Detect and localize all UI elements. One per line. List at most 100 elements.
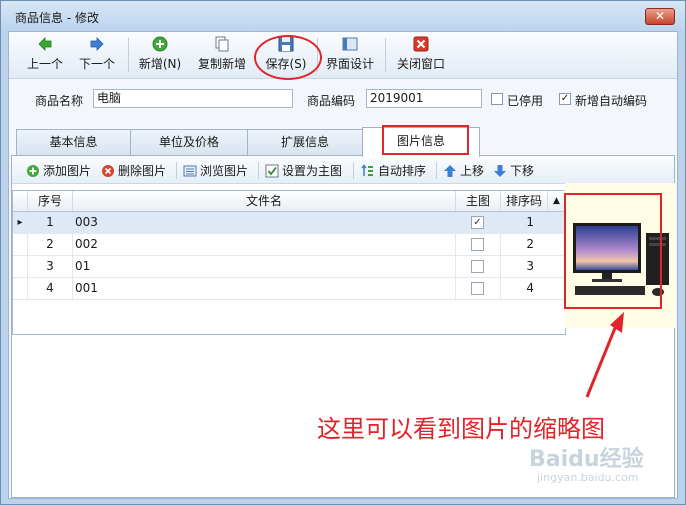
delete-image-button[interactable]: 删除图片 xyxy=(101,162,166,180)
layout-icon xyxy=(342,37,358,51)
tab-extended-info[interactable]: 扩展信息 xyxy=(247,129,363,156)
toolbar-divider xyxy=(128,38,129,72)
main-toolbar: 上一个 下一个 新增(N) 复制新增 保存(S) 界面设计 关闭窗口 xyxy=(9,32,677,80)
table-row[interactable]: 3 01 3 xyxy=(13,256,565,278)
toolbar-divider xyxy=(385,38,386,72)
arrow-up-icon xyxy=(444,165,456,177)
table-row[interactable]: 2 002 2 xyxy=(13,234,565,256)
list-window-icon xyxy=(183,165,197,177)
save-highlight-circle xyxy=(254,35,322,80)
row-main-cell xyxy=(456,256,501,277)
row-sort: 3 xyxy=(526,259,534,273)
product-name-input[interactable]: 电脑 xyxy=(93,89,293,108)
row-index: 3 xyxy=(28,256,73,277)
main-image-checkbox[interactable] xyxy=(471,282,484,295)
product-info-window: 商品信息 - 修改 ✕ 上一个 下一个 新增(N) 复制新增 保存(S) 界面设… xyxy=(0,0,686,505)
copy-add-label: 复制新增 xyxy=(197,57,246,71)
move-up-button[interactable]: 上移 xyxy=(443,162,484,180)
window-client-area: 上一个 下一个 新增(N) 复制新增 保存(S) 界面设计 关闭窗口 商品名称 … xyxy=(8,31,678,499)
row-filename[interactable]: 002 xyxy=(73,234,456,255)
next-button[interactable]: 下一个 xyxy=(75,36,119,76)
baidu-watermark-url: jingyan.baidu.com xyxy=(537,471,639,484)
tab-basic-info[interactable]: 基本信息 xyxy=(16,129,131,156)
copy-add-button[interactable]: 复制新增 xyxy=(195,36,249,76)
disabled-checkbox[interactable] xyxy=(491,93,503,105)
plus-circle-icon xyxy=(27,165,39,177)
toolbar-divider xyxy=(258,162,259,179)
row-main-cell xyxy=(456,234,501,255)
move-up-label: 上移 xyxy=(460,164,485,178)
thumbnail-annotation-text: 这里可以看到图片的缩略图 xyxy=(317,415,605,443)
column-header-sort[interactable]: 排序码 xyxy=(501,191,548,211)
move-down-button[interactable]: 下移 xyxy=(493,162,534,180)
row-index: 2 xyxy=(28,234,73,255)
auto-code-checkbox[interactable]: ✓ xyxy=(559,93,571,105)
column-header-main[interactable]: 主图 xyxy=(456,191,501,211)
tab-strip: 基本信息 单位及价格 扩展信息 图片信息 xyxy=(9,127,677,157)
close-icon xyxy=(413,36,429,52)
row-indicator-header xyxy=(13,191,28,211)
table-row[interactable]: 4 001 4 xyxy=(13,278,565,300)
delete-image-label: 删除图片 xyxy=(118,164,167,178)
column-header-filename[interactable]: 文件名 xyxy=(73,191,456,211)
grid-header: 序号 文件名 主图 排序码 ▲ xyxy=(13,191,565,212)
browse-image-button[interactable]: 浏览图片 xyxy=(183,162,248,180)
close-window-toolbar-button[interactable]: 关闭窗口 xyxy=(393,36,449,76)
sort-ascending-icon: ▲ xyxy=(553,196,560,206)
window-title: 商品信息 - 修改 xyxy=(15,11,99,25)
column-header-index[interactable]: 序号 xyxy=(28,191,73,211)
toolbar-divider xyxy=(436,162,437,179)
add-image-label: 添加图片 xyxy=(43,164,92,178)
arrow-left-icon xyxy=(38,37,52,51)
arrow-right-icon xyxy=(90,37,104,51)
active-tab-highlight xyxy=(382,125,469,155)
auto-sort-button[interactable]: 自动排序 xyxy=(361,162,426,180)
toolbar-divider xyxy=(353,162,354,179)
close-window-button[interactable]: ✕ xyxy=(645,8,675,25)
image-toolbar: 添加图片 删除图片 浏览图片 设置为主图 自动排序 上移 下移 xyxy=(12,156,674,184)
copy-icon xyxy=(215,36,229,52)
annotation-arrow-icon xyxy=(585,312,624,398)
image-grid: 序号 文件名 主图 排序码 ▲ ▸ 1 003 ✓ 1 2 002 2 3 01… xyxy=(12,190,566,335)
add-label: 新增(N) xyxy=(138,57,182,71)
product-form-row: 商品名称 电脑 商品编码 2019001 已停用 ✓ 新增自动编码 xyxy=(9,88,677,112)
toolbar-divider xyxy=(176,162,177,179)
title-bar: 商品信息 - 修改 ✕ xyxy=(1,1,685,31)
auto-code-label: 新增自动编码 xyxy=(575,94,648,108)
arrow-down-icon xyxy=(494,165,506,177)
move-down-label: 下移 xyxy=(510,164,535,178)
set-main-image-label: 设置为主图 xyxy=(282,164,343,178)
auto-sort-label: 自动排序 xyxy=(378,164,427,178)
tab-unit-price[interactable]: 单位及价格 xyxy=(130,129,248,156)
set-main-image-button[interactable]: 设置为主图 xyxy=(265,162,342,180)
row-main-cell: ✓ xyxy=(456,212,501,233)
delete-icon xyxy=(102,165,114,177)
browse-image-label: 浏览图片 xyxy=(200,164,249,178)
row-sort: 2 xyxy=(526,237,534,251)
add-button[interactable]: 新增(N) xyxy=(136,36,184,76)
check-box-icon xyxy=(265,164,279,178)
row-filename[interactable]: 001 xyxy=(73,278,456,299)
sort-icon xyxy=(361,164,373,176)
ui-design-label: 界面设计 xyxy=(325,57,374,71)
row-indicator xyxy=(13,278,28,299)
main-image-checkbox[interactable]: ✓ xyxy=(471,216,484,229)
table-row[interactable]: ▸ 1 003 ✓ 1 xyxy=(13,212,565,234)
main-image-checkbox[interactable] xyxy=(471,238,484,251)
row-filename[interactable]: 003 xyxy=(73,212,456,233)
plus-circle-icon xyxy=(152,36,168,52)
ui-design-button[interactable]: 界面设计 xyxy=(323,36,377,76)
product-code-label: 商品编码 xyxy=(307,94,356,108)
row-filename[interactable]: 01 xyxy=(73,256,456,277)
add-image-button[interactable]: 添加图片 xyxy=(26,162,91,180)
row-sort: 1 xyxy=(526,215,534,229)
main-image-checkbox[interactable] xyxy=(471,260,484,273)
close-window-label: 关闭窗口 xyxy=(396,57,445,71)
row-sort: 4 xyxy=(526,281,534,295)
prev-label: 上一个 xyxy=(26,57,63,71)
prev-button[interactable]: 上一个 xyxy=(23,36,67,76)
current-row-indicator-icon: ▸ xyxy=(13,212,28,233)
product-name-label: 商品名称 xyxy=(35,94,84,108)
baidu-watermark: Baidu经验 xyxy=(529,447,644,472)
product-code-input[interactable]: 2019001 xyxy=(366,89,482,108)
